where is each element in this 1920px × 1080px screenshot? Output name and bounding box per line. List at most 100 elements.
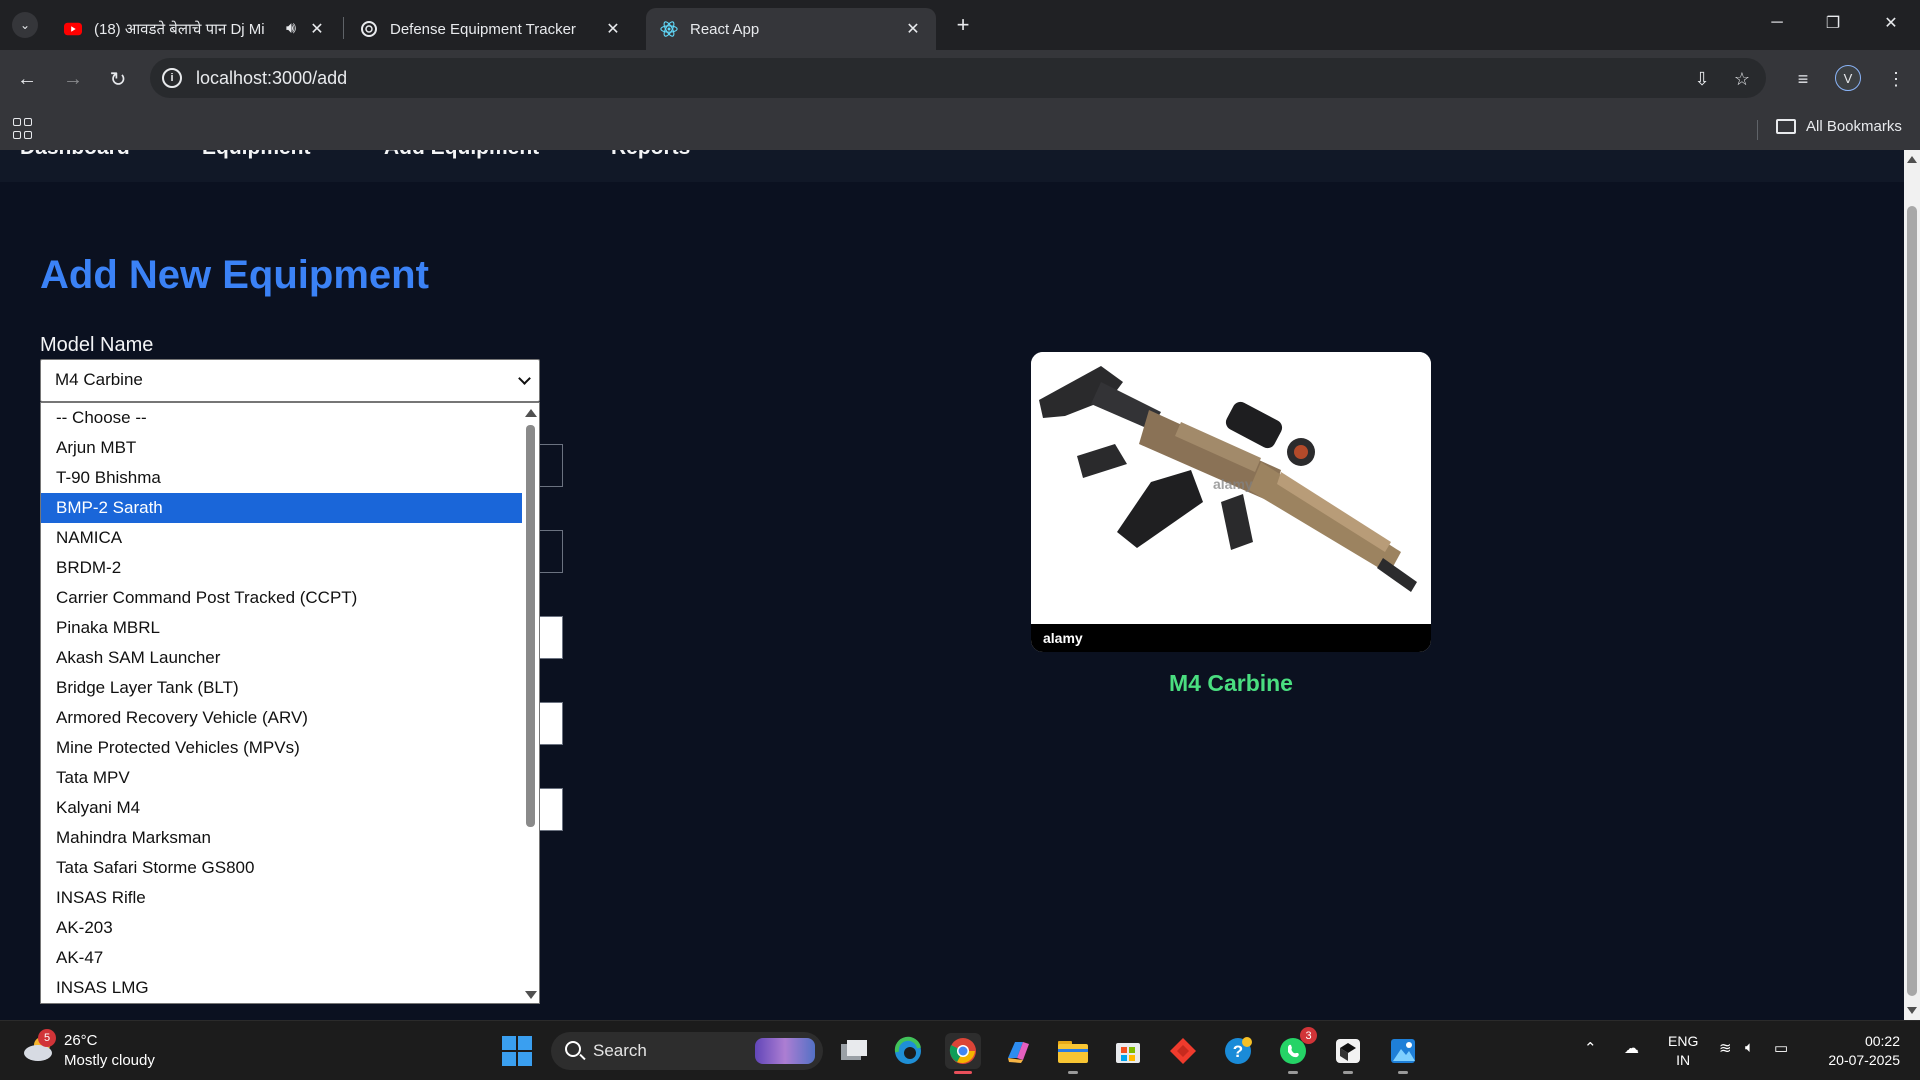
dropdown-option[interactable]: INSAS Rifle [41, 883, 523, 913]
new-tab-plus-icon[interactable]: + [950, 12, 976, 38]
dropdown-option[interactable]: Armored Recovery Vehicle (ARV) [41, 703, 523, 733]
apps-grid-icon[interactable] [13, 118, 35, 140]
dropdown-option[interactable]: NAMICA [41, 523, 523, 553]
nav-reports[interactable]: Reports [611, 150, 690, 160]
all-bookmarks-button[interactable]: All Bookmarks [1776, 118, 1902, 135]
page-title: Add New Equipment [40, 253, 429, 297]
chevron-down-icon [518, 372, 531, 385]
minimize-icon[interactable]: ─ [1762, 8, 1792, 38]
dropdown-option[interactable]: Akash SAM Launcher [41, 643, 523, 673]
anydesk-icon[interactable] [1165, 1033, 1201, 1069]
restore-icon[interactable]: ❐ [1818, 8, 1848, 38]
file-explorer-icon[interactable] [1055, 1033, 1091, 1074]
tab-search-chevron-icon[interactable]: ⌄ [12, 12, 38, 38]
terminal-app-icon[interactable] [1330, 1033, 1366, 1074]
task-view-icon[interactable] [836, 1033, 872, 1069]
dropdown-option[interactable]: BRDM-2 [41, 553, 523, 583]
image-watermark: alamy [1213, 476, 1253, 492]
dropdown-option[interactable]: -- Choose -- [41, 403, 523, 433]
app-navbar: Dashboard Equipment Add Equipment Report… [0, 150, 1904, 182]
show-hidden-icons-chevron-icon[interactable]: ⌃ [1584, 1039, 1597, 1057]
weather-description: Mostly cloudy [64, 1052, 155, 1069]
dropdown-option[interactable]: Mahindra Marksman [41, 823, 523, 853]
running-app-indicator [1288, 1071, 1298, 1074]
dropdown-option[interactable]: Tata Safari Storme GS800 [41, 853, 523, 883]
photos-app-icon[interactable] [1385, 1033, 1421, 1074]
windows-start-icon[interactable] [502, 1036, 532, 1066]
page-scrollbar[interactable] [1904, 150, 1920, 1020]
wifi-icon[interactable]: ≋ [1719, 1039, 1732, 1057]
tab-close-icon[interactable]: ✕ [904, 20, 922, 38]
taskbar-search[interactable]: Search [551, 1032, 823, 1070]
tab-react-app[interactable]: React App ✕ [646, 8, 936, 50]
openai-icon [360, 20, 378, 38]
speaker-icon[interactable]: 🔊︎ [282, 20, 300, 38]
preview-equipment-name: M4 Carbine [1169, 670, 1293, 696]
nav-dashboard[interactable]: Dashboard [20, 150, 130, 160]
tab-close-icon[interactable]: ✕ [604, 20, 622, 38]
model-options-listbox[interactable]: -- Choose -- Arjun MBT T-90 Bhishma BMP-2 S… [40, 402, 540, 1004]
dropdown-option[interactable]: BMP-2 Sarath [41, 493, 523, 523]
bookmarks-divider [1757, 120, 1758, 140]
back-arrow-icon[interactable]: ← [12, 64, 42, 94]
chrome-browser-icon[interactable] [945, 1033, 981, 1074]
active-app-indicator [954, 1071, 972, 1074]
dropdown-option[interactable]: T-90 Bhishma [41, 463, 523, 493]
bookmark-star-icon[interactable]: ☆ [1731, 68, 1753, 90]
scrollbar-thumb[interactable] [526, 425, 535, 827]
battery-icon[interactable]: ▭ [1774, 1039, 1788, 1057]
window-close-icon[interactable]: ✕ [1876, 8, 1906, 38]
scrollbar-thumb[interactable] [1907, 206, 1917, 996]
react-icon [660, 20, 678, 38]
select-value: M4 Carbine [55, 370, 143, 389]
tab-close-icon[interactable]: ✕ [308, 20, 326, 38]
scroll-down-arrow-icon[interactable] [1907, 1007, 1917, 1014]
dropdown-option[interactable]: Pinaka MBRL [41, 613, 523, 643]
nav-equipment[interactable]: Equipment [202, 150, 311, 160]
dropdown-option[interactable]: INSAS LMG [41, 973, 523, 1003]
scroll-up-arrow-icon[interactable] [1907, 156, 1917, 163]
tab-defense-tracker[interactable]: Defense Equipment Tracker ✕ [346, 8, 636, 50]
weather-notification-badge: 5 [38, 1029, 56, 1047]
edge-browser-icon[interactable] [890, 1033, 926, 1069]
scroll-up-arrow-icon[interactable] [525, 409, 537, 417]
dropdown-option[interactable]: Carrier Command Post Tracked (CCPT) [41, 583, 523, 613]
site-info-icon[interactable]: i [162, 68, 182, 88]
language-indicator[interactable]: ENG IN [1668, 1032, 1698, 1070]
scroll-down-arrow-icon[interactable] [525, 991, 537, 999]
browser-toolbar: ← → ↻ i localhost:3000/add ⇩ ☆ ≡ V ⋮ [0, 50, 1920, 108]
nav-add-equipment[interactable]: Add Equipment [384, 150, 539, 160]
model-name-select[interactable]: M4 Carbine [40, 359, 540, 402]
forward-arrow-icon[interactable]: → [58, 64, 88, 94]
onedrive-error-icon[interactable]: ☁︎ [1624, 1039, 1639, 1057]
address-bar[interactable]: i localhost:3000/add ⇩ ☆ [150, 58, 1766, 98]
dropdown-option[interactable]: Bridge Layer Tank (BLT) [41, 673, 523, 703]
listbox-scrollbar[interactable] [522, 403, 539, 1003]
dropdown-option[interactable]: AK-47 [41, 943, 523, 973]
dropdown-option[interactable]: Mine Protected Vehicles (MPVs) [41, 733, 523, 763]
help-icon[interactable]: ? [1220, 1033, 1256, 1069]
running-app-indicator [1398, 1071, 1408, 1074]
install-app-icon[interactable]: ⇩ [1691, 68, 1713, 90]
dropdown-option[interactable]: AK-203 [41, 913, 523, 943]
bookmarks-bar: All Bookmarks [0, 108, 1920, 150]
copilot-icon[interactable] [1000, 1033, 1036, 1069]
tab-separator [343, 17, 344, 39]
search-icon [565, 1041, 581, 1057]
media-control-icon[interactable]: ≡ [1792, 68, 1814, 90]
menu-kebab-icon[interactable]: ⋮ [1885, 68, 1907, 90]
whatsapp-badge: 3 [1300, 1027, 1317, 1044]
dropdown-option[interactable]: Kalyani M4 [41, 793, 523, 823]
windows-taskbar: 5 26°C Mostly cloudy Search ? 3 ⌃ ☁︎ ENG… [0, 1020, 1920, 1080]
address-url[interactable]: localhost:3000/add [196, 68, 347, 89]
system-clock[interactable]: 00:22 20-07-2025 [1816, 1032, 1900, 1070]
profile-avatar[interactable]: V [1835, 65, 1861, 91]
volume-icon[interactable]: 🔈︎ [1745, 1039, 1754, 1056]
dropdown-option[interactable]: Tata MPV [41, 763, 523, 793]
reload-icon[interactable]: ↻ [103, 64, 133, 94]
whatsapp-icon[interactable]: 3 [1275, 1027, 1317, 1074]
page-viewport: Dashboard Equipment Add Equipment Report… [0, 150, 1920, 1020]
ms-store-icon[interactable] [1110, 1033, 1146, 1069]
tab-youtube[interactable]: (18) आवडते बेलाचे पान Dj Mi 🔊︎ ✕ [50, 8, 340, 50]
dropdown-option[interactable]: Arjun MBT [41, 433, 523, 463]
